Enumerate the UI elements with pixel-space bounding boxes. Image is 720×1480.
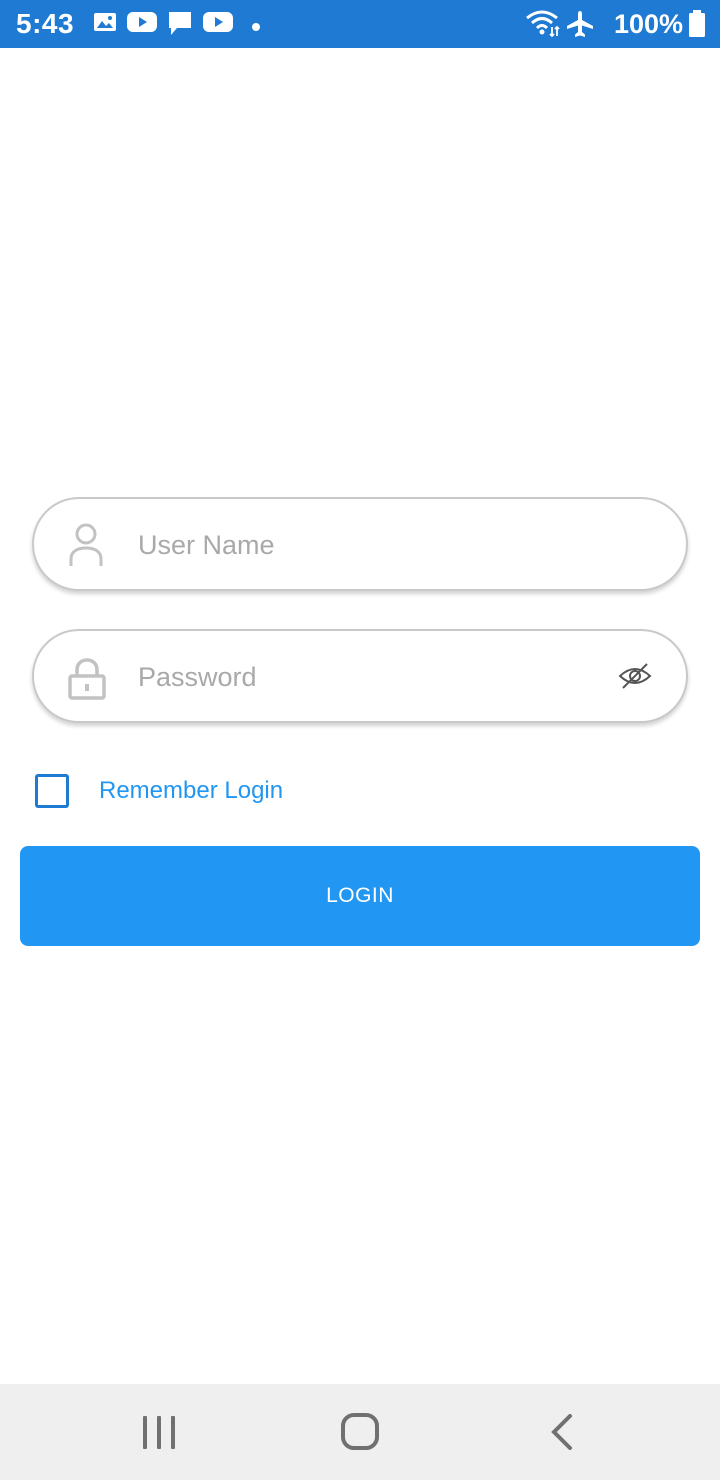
lock-icon: [68, 658, 106, 705]
battery-icon: [688, 10, 706, 43]
remember-login-label[interactable]: Remember Login: [99, 777, 283, 805]
dot-icon: [251, 19, 261, 37]
remember-login-checkbox[interactable]: [35, 774, 69, 808]
login-button[interactable]: LOGIN: [20, 846, 700, 946]
message-icon: [167, 10, 193, 43]
eye-off-icon[interactable]: [618, 661, 652, 696]
youtube-icon: [203, 10, 233, 39]
airplane-icon: [566, 10, 594, 43]
username-field: [32, 497, 688, 591]
login-button-label: LOGIN: [326, 884, 394, 907]
navigation-bar: [0, 1384, 720, 1480]
home-icon[interactable]: [340, 1413, 380, 1456]
login-screen: 5:43 100% User Name Remember Login LOGIN: [0, 0, 720, 1480]
back-icon[interactable]: [548, 1413, 576, 1456]
password-input[interactable]: [138, 653, 578, 701]
password-field: [32, 629, 688, 723]
status-time: 5:43: [16, 8, 75, 39]
wifi-icon: [525, 9, 561, 42]
image-icon: [93, 10, 117, 39]
youtube-icon: [127, 10, 157, 39]
username-input[interactable]: [138, 521, 578, 569]
user-icon: [68, 523, 104, 572]
recents-icon[interactable]: [141, 1415, 177, 1456]
status-bar: 5:43 100%: [0, 0, 720, 48]
battery-percentage: 100%: [614, 9, 684, 39]
